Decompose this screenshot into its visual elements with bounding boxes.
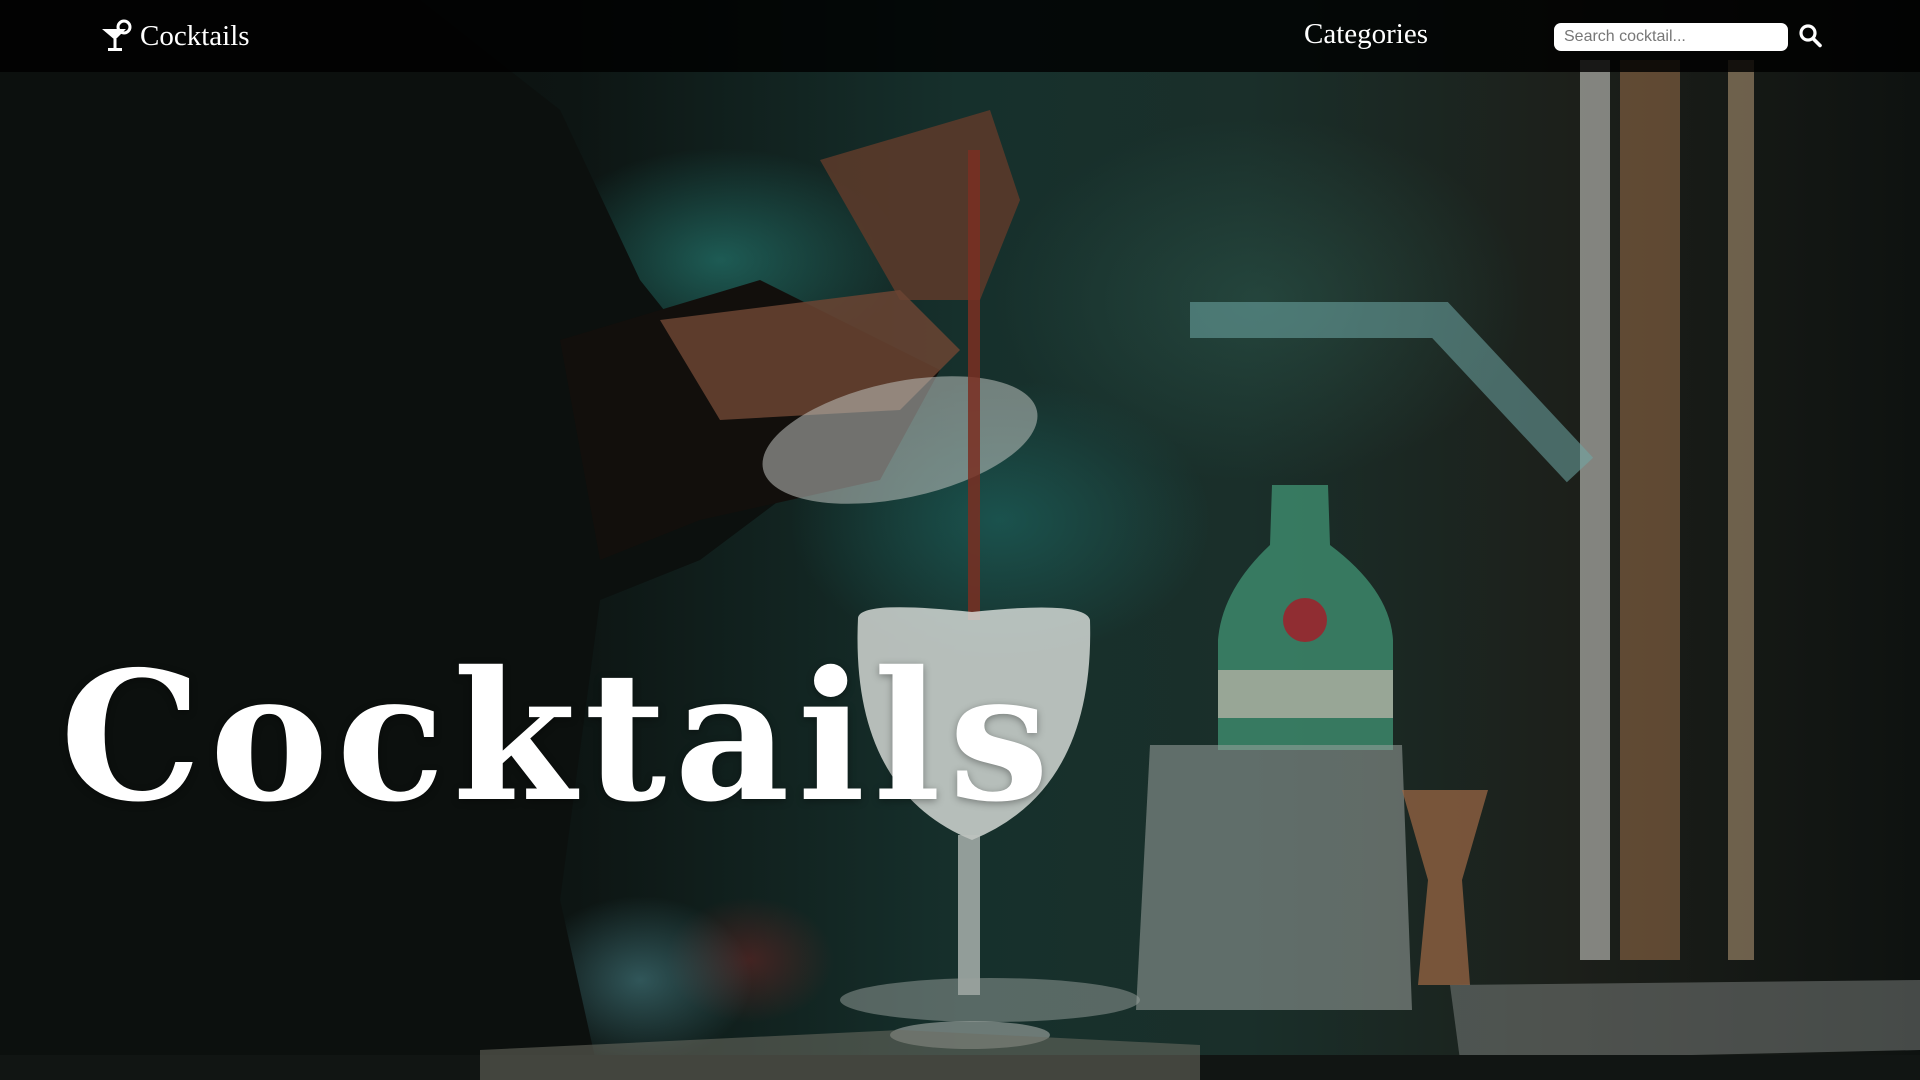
search-button[interactable] (1798, 22, 1824, 50)
bartender-scene-illustration (0, 0, 1920, 1080)
cocktail-glass-icon (102, 19, 132, 51)
nav-categories-link[interactable]: Categories (1304, 18, 1428, 51)
brand-label: Cocktails (140, 19, 250, 52)
page: Cocktails Categories Cocktails (0, 0, 1920, 1080)
search-input[interactable] (1554, 23, 1788, 51)
top-navbar: Cocktails Categories (0, 0, 1920, 72)
hero-background-image (0, 0, 1920, 1080)
brand-home-link[interactable]: Cocktails (100, 14, 250, 58)
search-icon (1799, 24, 1822, 48)
hero-title: Cocktails (60, 632, 1058, 841)
